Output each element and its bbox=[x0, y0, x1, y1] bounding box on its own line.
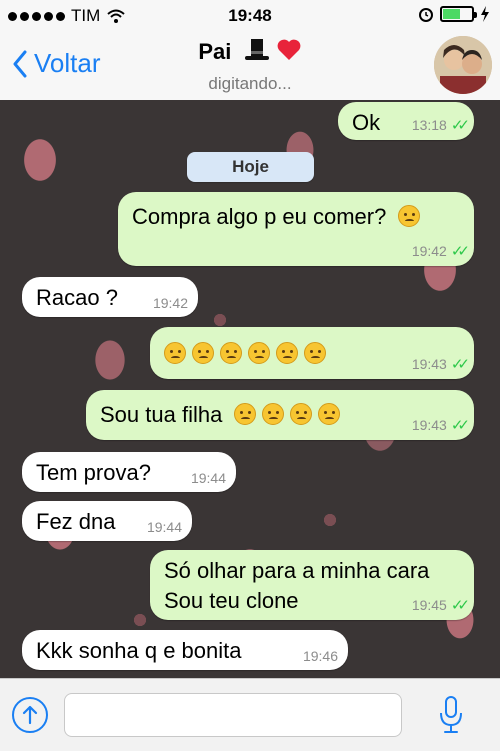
worried-face-icon bbox=[318, 403, 341, 425]
message-meta: 13:18 ✓✓ bbox=[411, 116, 470, 134]
heart-icon bbox=[277, 39, 301, 60]
upload-icon bbox=[22, 705, 38, 725]
contact-name-row[interactable]: Pai bbox=[0, 38, 500, 65]
message-time: 19:46 bbox=[302, 648, 338, 664]
worried-face-icon bbox=[192, 342, 214, 364]
message-bubble[interactable]: Fez dna 19:44 bbox=[22, 501, 192, 541]
message-input[interactable] bbox=[64, 693, 402, 737]
message-text-value: Sou tua filha bbox=[100, 402, 223, 427]
read-ticks-icon: ✓✓ bbox=[450, 356, 470, 373]
status-bar: TIM 19:48 bbox=[0, 0, 500, 32]
message-text: Racao ? bbox=[36, 285, 118, 310]
read-ticks-icon: ✓✓ bbox=[450, 417, 470, 434]
microphone-button[interactable] bbox=[438, 695, 464, 740]
message-text: Ok bbox=[352, 110, 381, 135]
worried-face-icon bbox=[234, 403, 257, 425]
message-time: 13:18 bbox=[411, 117, 447, 133]
worried-face-icon bbox=[248, 342, 270, 364]
message-emoji-row bbox=[164, 341, 332, 367]
message-text: Só olhar para a minha cara bbox=[164, 558, 430, 583]
read-ticks-icon: ✓✓ bbox=[450, 117, 470, 134]
worried-face-icon bbox=[164, 342, 186, 364]
message-time: 19:44 bbox=[146, 519, 182, 535]
message-bubble[interactable]: Ok 13:18 ✓✓ bbox=[338, 102, 474, 140]
message-text: Fez dna bbox=[36, 509, 116, 534]
message-meta: 19:42 bbox=[153, 295, 188, 311]
message-text: Compra algo p eu comer? bbox=[132, 204, 426, 230]
typing-status: digitando... bbox=[208, 74, 292, 93]
message-bubble[interactable]: Racao ? 19:42 bbox=[22, 277, 198, 317]
worried-face-icon bbox=[304, 342, 326, 364]
message-meta: 19:45 ✓✓ bbox=[411, 596, 470, 614]
message-time: 19:43 bbox=[411, 356, 447, 372]
message-bubble[interactable]: Só olhar para a minha cara Sou teu clone… bbox=[150, 550, 474, 620]
worried-face-icon bbox=[290, 403, 313, 425]
day-badge: Hoje bbox=[187, 152, 314, 182]
chat-area[interactable]: Ok 13:18 ✓✓ Hoje Compra algo p eu comer?… bbox=[0, 100, 500, 678]
message-text: Tem prova? bbox=[36, 460, 151, 485]
input-bar bbox=[0, 678, 500, 751]
alarm-icon bbox=[419, 8, 433, 22]
message-time: 19:42 bbox=[411, 243, 447, 259]
worried-face-icon bbox=[220, 342, 242, 364]
battery-icon bbox=[440, 6, 477, 22]
message-meta: 19:46 bbox=[303, 648, 338, 664]
avatar-photo bbox=[434, 36, 492, 94]
message-bubble[interactable]: Kkk sonha q e bonita 19:46 bbox=[22, 630, 348, 670]
message-time: 19:45 bbox=[411, 597, 447, 613]
contact-name: Pai bbox=[198, 39, 232, 64]
message-meta: 19:44 bbox=[191, 470, 226, 486]
message-meta: 19:43 ✓✓ bbox=[411, 355, 470, 373]
read-ticks-icon: ✓✓ bbox=[450, 597, 470, 614]
weary-face-icon bbox=[398, 205, 421, 227]
upload-button[interactable] bbox=[12, 697, 48, 733]
message-text: Kkk sonha q e bonita bbox=[36, 638, 242, 663]
message-meta: 19:42 ✓✓ bbox=[411, 242, 470, 260]
status-right bbox=[418, 6, 490, 22]
message-time: 19:43 bbox=[411, 417, 447, 433]
message-meta: 19:44 bbox=[147, 519, 182, 535]
charging-icon bbox=[481, 6, 489, 22]
chat-header: Voltar Pai digitando... bbox=[0, 32, 500, 101]
worried-face-icon bbox=[262, 403, 285, 425]
message-bubble[interactable]: Tem prova? 19:44 bbox=[22, 452, 236, 492]
worried-face-icon bbox=[276, 342, 298, 364]
read-ticks-icon: ✓✓ bbox=[450, 243, 470, 260]
message-bubble[interactable]: Compra algo p eu comer? 19:42 ✓✓ bbox=[118, 192, 474, 266]
message-time: 19:44 bbox=[190, 470, 226, 486]
message-bubble[interactable]: 19:43 ✓✓ bbox=[150, 327, 474, 379]
message-text-value: Compra algo p eu comer? bbox=[132, 204, 387, 229]
message-time: 19:42 bbox=[152, 295, 188, 311]
message-meta: 19:43 ✓✓ bbox=[411, 416, 470, 434]
top-hat-icon bbox=[244, 39, 269, 60]
message-text-line2: Sou teu clone bbox=[164, 588, 299, 613]
message-text: Sou tua filha bbox=[100, 402, 346, 428]
avatar[interactable] bbox=[434, 36, 492, 94]
microphone-icon bbox=[440, 696, 462, 733]
message-bubble[interactable]: Sou tua filha 19:43 ✓✓ bbox=[86, 390, 474, 440]
